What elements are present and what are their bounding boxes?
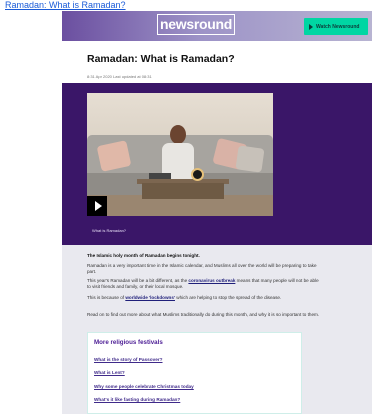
play-icon [94,201,102,211]
related-link[interactable]: What's it like fasting during Ramadan? [94,397,180,402]
video-caption: What is Ramadan? [92,228,127,233]
article-body: The Islamic holy month of Ramadan begins… [62,245,372,414]
article-meta: 8:31 Apr 2020 Last updated at 08:31 [87,74,152,79]
article-paragraph: This year's Ramadan will be a bit differ… [87,278,322,290]
video-still-detail [235,145,265,173]
newsround-logo[interactable]: newsround [157,14,235,35]
watch-newsround-button[interactable]: Watch Newsround [304,18,368,35]
page-frame: newsround Watch Newsround Ramadan: What … [62,11,372,414]
video-still-detail [191,168,204,181]
site-header: newsround Watch Newsround [62,11,372,41]
paragraph-text: which are helping to stop the spread of … [174,295,282,300]
related-links-title: More religious festivals [94,339,163,346]
worldwide-lockdowns-link[interactable]: worldwide 'lockdowns' [125,295,175,300]
top-link[interactable]: Ramadan: What is Ramadan? [5,0,126,11]
article-header: Ramadan: What is Ramadan? 8:31 Apr 2020 … [62,41,372,83]
article-paragraph: Read on to find out more about what Musl… [87,312,320,317]
related-link[interactable]: What is the story of Passover? [94,357,163,362]
video-still-detail [142,183,224,199]
related-link[interactable]: What is Lent? [94,370,125,375]
video-player[interactable] [87,93,273,216]
play-button[interactable] [87,196,107,216]
play-icon [309,23,313,30]
paragraph-text: This year's Ramadan will be a bit differ… [87,278,189,283]
article-paragraph: Ramadan is a very important time in the … [87,263,317,274]
video-still-detail [170,125,186,144]
article-lead: The Islamic holy month of Ramadan begins… [87,253,200,258]
related-link[interactable]: Why some people celebrate Christmas toda… [94,384,194,389]
video-section: What is Ramadan? [62,83,372,245]
page-title: Ramadan: What is Ramadan? [87,53,235,65]
related-links-box: More religious festivals What is the sto… [87,332,302,414]
video-still-detail [149,173,171,179]
article-paragraph: This is because of worldwide 'lockdowns'… [87,295,322,301]
paragraph-text: This is because of [87,295,126,300]
watch-newsround-label: Watch Newsround [316,23,360,30]
coronavirus-outbreak-link[interactable]: coronavirus outbreak [188,278,235,283]
